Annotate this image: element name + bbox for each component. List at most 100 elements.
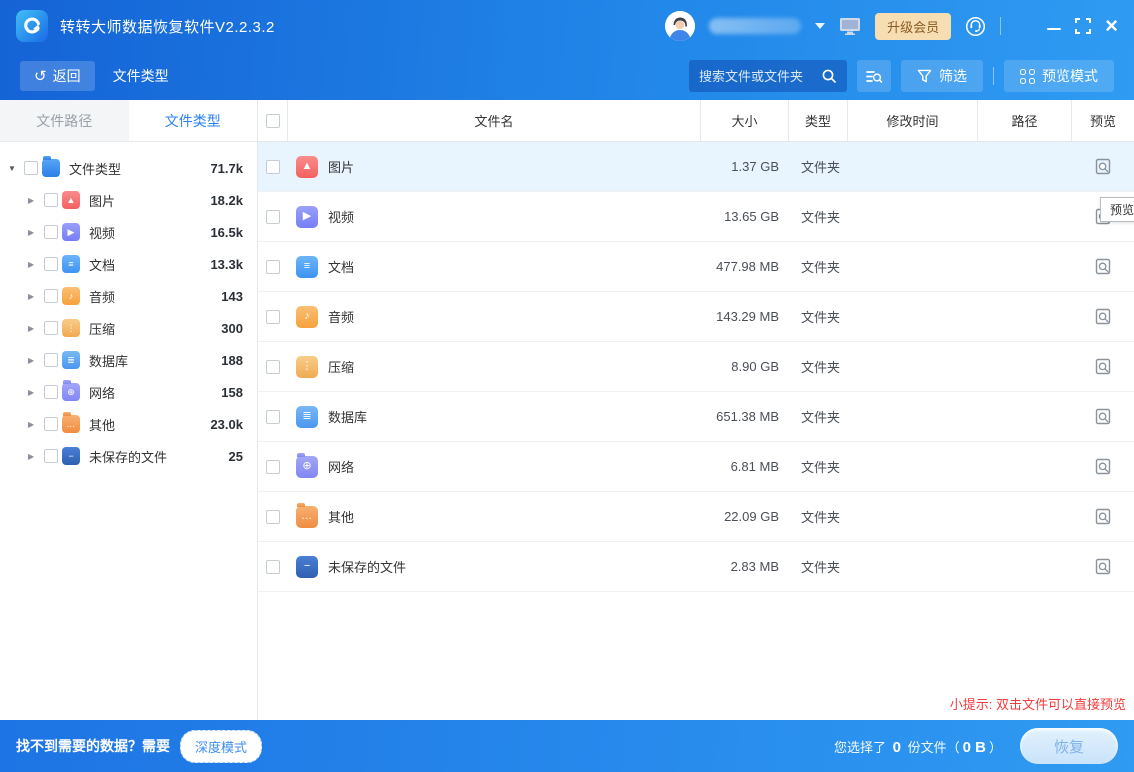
preview-button[interactable] [1095,358,1112,375]
maximize-button[interactable] [1075,18,1091,34]
tree-caret-icon[interactable]: ▶ [28,388,44,397]
row-checkbox[interactable] [266,310,280,324]
table-row[interactable]: − 未保存的文件 2.83 MB 文件夹 [258,542,1134,592]
image-icon: ▲ [62,191,80,209]
select-all-checkbox[interactable] [266,114,280,128]
row-checkbox[interactable] [266,560,280,574]
preview-button[interactable] [1095,308,1112,325]
filter-button[interactable]: 筛选 [901,60,983,92]
tree-item[interactable]: ▶ ≡ 文档 13.3k [0,248,257,280]
tree-caret-icon[interactable]: ▶ [28,324,44,333]
preview-mode-button[interactable]: 预览模式 [1004,60,1114,92]
table-row[interactable]: ≣ 数据库 651.38 MB 文件夹 [258,392,1134,442]
customer-service-icon[interactable] [965,16,986,37]
close-button[interactable]: × [1105,17,1118,35]
tab-file-type[interactable]: 文件类型 [129,100,258,141]
row-checkbox[interactable] [266,160,280,174]
row-checkbox[interactable] [266,510,280,524]
user-avatar[interactable] [665,11,695,41]
table-row[interactable]: ▲ 图片 1.37 GB 文件夹 [258,142,1134,192]
user-menu-caret-icon[interactable] [815,23,825,29]
preview-button[interactable] [1095,458,1112,475]
file-type: 文件夹 [789,407,848,426]
tree-caret-icon[interactable]: ▶ [28,356,44,365]
row-checkbox[interactable] [266,360,280,374]
tree-item[interactable]: ▶ ⊕ 网络 158 [0,376,257,408]
table-row[interactable]: ⊕ 网络 6.81 MB 文件夹 [258,442,1134,492]
tree-checkbox[interactable] [44,225,58,239]
database-icon: ≣ [62,351,80,369]
search-box[interactable] [689,60,847,92]
tree-checkbox[interactable] [44,289,58,303]
preview-button[interactable] [1095,558,1112,575]
table-row[interactable]: ⋮ 压缩 8.90 GB 文件夹 [258,342,1134,392]
row-checkbox[interactable] [266,460,280,474]
grid-icon [1020,69,1035,84]
file-type-tree: ▼ 文件类型 71.7k ▶ ▲ 图片 18.2k [0,142,257,472]
footer-bar: 找不到需要的数据？需要 深度模式 您选择了 0 份文件（0 B） 恢复 [0,720,1134,772]
col-type[interactable]: 类型 [789,100,848,141]
col-path[interactable]: 路径 [978,100,1072,141]
tree-caret-icon[interactable]: ▶ [28,196,44,205]
search-icon[interactable] [821,68,837,84]
search-input[interactable] [699,69,821,84]
preview-button[interactable] [1095,158,1112,175]
preview-button[interactable] [1095,508,1112,525]
tab-file-path[interactable]: 文件路径 [0,100,129,141]
tree-label: 网络 [89,383,115,402]
tree-checkbox[interactable] [44,321,58,335]
back-button[interactable]: ↺ 返回 [20,61,95,91]
tree-checkbox[interactable] [44,385,58,399]
video-icon: ▶ [62,223,80,241]
col-size[interactable]: 大小 [701,100,789,141]
col-mtime[interactable]: 修改时间 [848,100,978,141]
tree-checkbox[interactable] [44,417,58,431]
table-row[interactable]: ≡ 文档 477.98 MB 文件夹 [258,242,1134,292]
preview-button[interactable] [1095,258,1112,275]
video-icon: ▶ [296,206,318,228]
minimize-button[interactable] [1047,22,1061,31]
tree-item[interactable]: ▶ ≣ 数据库 188 [0,344,257,376]
archive-icon: ⋮ [296,356,318,378]
tree-checkbox[interactable] [44,193,58,207]
tree-checkbox[interactable] [44,449,58,463]
tree-checkbox[interactable] [24,161,38,175]
tree-item[interactable]: ▶ − 未保存的文件 25 [0,440,257,472]
tree-caret-icon[interactable]: ▶ [28,260,44,269]
col-preview[interactable]: 预览 [1072,100,1134,141]
col-filename[interactable]: 文件名 [288,100,701,141]
tree-item[interactable]: ▶ ⋮ 压缩 300 [0,312,257,344]
tree-caret-icon[interactable]: ▼ [8,164,24,173]
tree-caret-icon[interactable]: ▶ [28,420,44,429]
file-size: 143.29 MB [701,309,789,324]
row-checkbox[interactable] [266,210,280,224]
tree-count: 16.5k [210,225,243,240]
tree-checkbox[interactable] [44,353,58,367]
row-checkbox[interactable] [266,410,280,424]
tree-caret-icon[interactable]: ▶ [28,452,44,461]
monitor-icon[interactable] [839,17,861,35]
deep-mode-button[interactable]: 深度模式 [180,730,262,763]
row-checkbox[interactable] [266,260,280,274]
menu-icon[interactable] [1015,18,1033,34]
tree-item[interactable]: ▶ … 其他 23.0k [0,408,257,440]
table-row[interactable]: ▶ 视频 13.65 GB 文件夹 [258,192,1134,242]
file-name: 其他 [328,507,354,526]
file-name: 音频 [328,307,354,326]
table-row[interactable]: … 其他 22.09 GB 文件夹 [258,492,1134,542]
tree-item[interactable]: ▼ 文件类型 71.7k [0,152,257,184]
unsaved-file-icon: − [296,556,318,578]
tree-checkbox[interactable] [44,257,58,271]
tree-caret-icon[interactable]: ▶ [28,292,44,301]
search-list-button[interactable] [857,60,891,92]
file-type: 文件夹 [789,157,848,176]
tree-item[interactable]: ▶ ▶ 视频 16.5k [0,216,257,248]
tree-item[interactable]: ▶ ▲ 图片 18.2k [0,184,257,216]
table-row[interactable]: ♪ 音频 143.29 MB 文件夹 [258,292,1134,342]
tree-caret-icon[interactable]: ▶ [28,228,44,237]
network-icon: ⊕ [296,456,318,478]
tree-item[interactable]: ▶ ♪ 音频 143 [0,280,257,312]
preview-button[interactable] [1095,408,1112,425]
upgrade-vip-button[interactable]: 升级会员 [875,13,951,40]
recover-button[interactable]: 恢复 [1020,728,1118,764]
